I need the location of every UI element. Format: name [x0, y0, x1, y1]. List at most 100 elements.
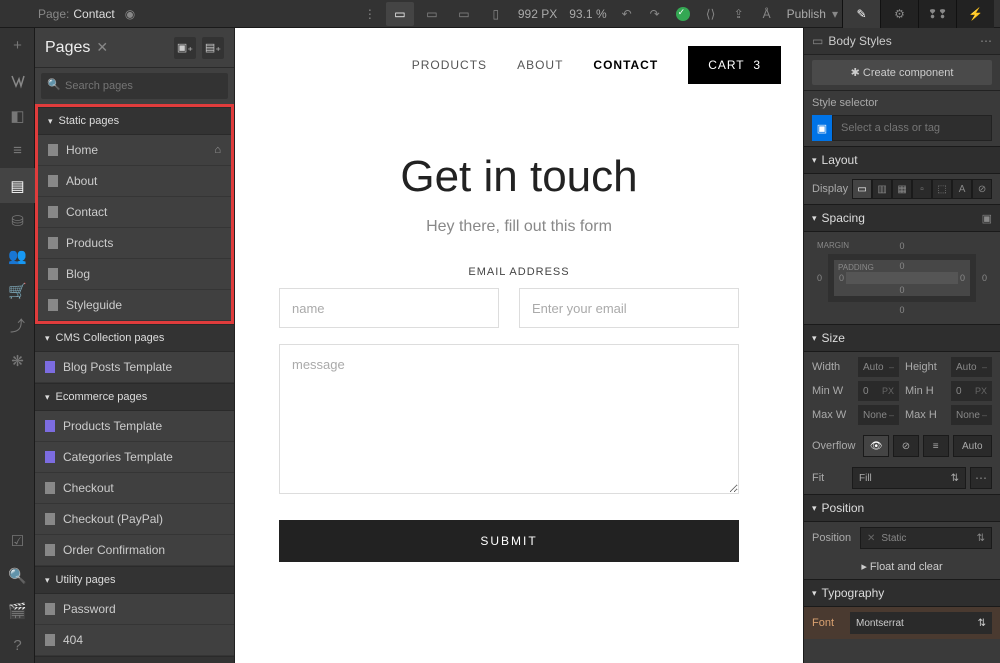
display-block-icon[interactable]: ▭	[852, 179, 872, 199]
group-utility-pages[interactable]: ▾Utility pages	[35, 566, 234, 594]
section-layout[interactable]: ▾Layout	[804, 146, 1000, 174]
video-icon[interactable]: 🎬	[0, 593, 35, 628]
group-ecom-pages[interactable]: ▾Ecommerce pages	[35, 383, 234, 411]
effects-bolt-icon[interactable]: ⚡	[956, 0, 994, 28]
webflow-logo-icon[interactable]	[0, 63, 35, 98]
selector-icon[interactable]: ▣	[812, 115, 832, 141]
display-none-icon[interactable]: ⊘	[972, 179, 992, 199]
hero-subtitle[interactable]: Hey there, fill out this form	[255, 218, 783, 236]
device-landscape-icon[interactable]: ▭	[450, 2, 478, 26]
add-element-icon[interactable]: +	[0, 28, 35, 63]
nav-products[interactable]: PRODUCTS	[412, 58, 487, 72]
page-name[interactable]: Contact	[73, 7, 114, 21]
page-item-order-confirmation[interactable]: Order Confirmation	[35, 535, 234, 566]
new-page-icon[interactable]: ▤₊	[202, 37, 224, 59]
page-item-404[interactable]: 404	[35, 625, 234, 656]
spacing-expand-icon[interactable]: ▣	[982, 212, 992, 225]
close-icon[interactable]: ✕	[96, 39, 108, 56]
display-inlineblock-icon[interactable]: ▫	[912, 179, 932, 199]
page-item-home[interactable]: Home⌂	[38, 135, 231, 166]
overflow-scroll-icon[interactable]: ≡	[923, 435, 949, 457]
cart-button[interactable]: CART 3	[688, 46, 781, 84]
page-item-blog[interactable]: Blog	[38, 259, 231, 290]
pages-icon[interactable]: ▤	[0, 168, 35, 203]
preview-icon[interactable]: ◉	[125, 7, 135, 21]
page-item-checkout[interactable]: Checkout	[35, 473, 234, 504]
width-input[interactable]: Auto–	[858, 357, 899, 377]
page-item-password[interactable]: Password	[35, 594, 234, 625]
display-text-icon[interactable]: A	[952, 179, 972, 199]
minw-input[interactable]: 0PX	[858, 381, 899, 401]
message-textarea[interactable]	[279, 344, 739, 494]
page-item-styleguide[interactable]: Styleguide	[38, 290, 231, 321]
float-and-clear-row[interactable]: ▸ Float and clear	[804, 554, 1000, 579]
device-desktop-icon[interactable]: ▭	[386, 2, 414, 26]
hero-title[interactable]: Get in touch	[255, 152, 783, 202]
page-item-checkout-paypal[interactable]: Checkout (PayPal)	[35, 504, 234, 535]
nav-contact[interactable]: CONTACT	[593, 58, 658, 72]
users-icon[interactable]: 👥	[0, 238, 35, 273]
page-item-products[interactable]: Products	[38, 228, 231, 259]
minh-input[interactable]: 0PX	[951, 381, 992, 401]
help-icon[interactable]: ?	[0, 628, 35, 663]
undo-icon[interactable]: ↶	[613, 2, 641, 26]
page-item-products-template[interactable]: Products Template	[35, 411, 234, 442]
device-mobile-icon[interactable]: ▯	[482, 2, 510, 26]
settings-icon[interactable]: ❋	[0, 343, 35, 378]
export-icon[interactable]: ⇪	[725, 2, 753, 26]
maxw-input[interactable]: None–	[858, 405, 899, 425]
font-select[interactable]: Montserrat⇅	[850, 612, 992, 634]
display-grid-icon[interactable]: ▦	[892, 179, 912, 199]
section-spacing[interactable]: ▾Spacing▣	[804, 204, 1000, 232]
email-input[interactable]	[519, 288, 739, 328]
page-item-blog-posts-template[interactable]: Blog Posts Template	[35, 352, 234, 383]
group-static-pages[interactable]: ▾Static pages	[38, 107, 231, 135]
page-item-about[interactable]: About	[38, 166, 231, 197]
cms-icon[interactable]: ⛁	[0, 203, 35, 238]
display-inline-icon[interactable]: ⬚	[932, 179, 952, 199]
overflow-hidden-icon[interactable]: ⊘	[893, 435, 919, 457]
submit-button[interactable]: SUBMIT	[279, 520, 739, 562]
maxh-input[interactable]: None–	[951, 405, 992, 425]
redo-icon[interactable]: ↷	[641, 2, 669, 26]
page-item-categories-template[interactable]: Categories Template	[35, 442, 234, 473]
overflow-auto-button[interactable]: Auto	[953, 435, 993, 457]
group-cms-pages[interactable]: ▾CMS Collection pages	[35, 324, 234, 352]
section-typography[interactable]: ▾Typography	[804, 579, 1000, 607]
display-flex-icon[interactable]: ▥	[872, 179, 892, 199]
section-size[interactable]: ▾Size	[804, 324, 1000, 352]
nav-about[interactable]: ABOUT	[517, 58, 563, 72]
height-input[interactable]: Auto–	[951, 357, 992, 377]
code-icon[interactable]: ⟨⟩	[697, 2, 725, 26]
position-select[interactable]: ✕Static⇅	[860, 527, 992, 549]
navigator-icon[interactable]: ≡	[0, 133, 35, 168]
search-pages-input[interactable]	[41, 73, 228, 99]
more-dots-icon[interactable]: ⋯	[980, 34, 992, 48]
settings-gear-icon[interactable]: ⚙	[880, 0, 918, 28]
group-user-pages[interactable]: ▾User pages	[35, 656, 234, 663]
search-icon[interactable]: 🔍	[0, 558, 35, 593]
selector-input[interactable]	[832, 115, 992, 141]
paintbrush-icon[interactable]: ✎	[842, 0, 880, 28]
share-icon[interactable]: ⤴	[0, 308, 35, 343]
chevron-down-icon[interactable]: ▾	[832, 7, 838, 21]
device-tablet-icon[interactable]: ▭	[418, 2, 446, 26]
interactions-drops-icon[interactable]: ❢❢	[918, 0, 956, 28]
overflow-visible-icon[interactable]: 👁	[863, 435, 889, 457]
section-position[interactable]: ▾Position	[804, 494, 1000, 522]
audit-icon[interactable]: Å	[753, 2, 781, 26]
components-icon[interactable]: ◧	[0, 98, 35, 133]
name-input[interactable]	[279, 288, 499, 328]
fit-more-button[interactable]: ⋯	[970, 467, 992, 489]
new-folder-icon[interactable]: ▣₊	[174, 37, 196, 59]
publish-button[interactable]: Publish	[787, 7, 826, 21]
zoom-level[interactable]: 93.1 %	[569, 7, 606, 21]
create-component-button[interactable]: ✱ Create component	[812, 60, 992, 85]
fit-select[interactable]: Fill⇅	[852, 467, 966, 489]
checkbox-icon[interactable]: ☑	[0, 523, 35, 558]
page-item-contact[interactable]: Contact	[38, 197, 231, 228]
more-vertical-icon[interactable]: ⋮	[356, 2, 384, 26]
design-canvas[interactable]: PRODUCTS ABOUT CONTACT CART 3 Get in tou…	[235, 28, 803, 663]
ecommerce-cart-icon[interactable]: 🛒	[0, 273, 35, 308]
spacing-box[interactable]: MARGIN PADDING 0 0 0 0 0 0 0 0	[812, 238, 992, 318]
